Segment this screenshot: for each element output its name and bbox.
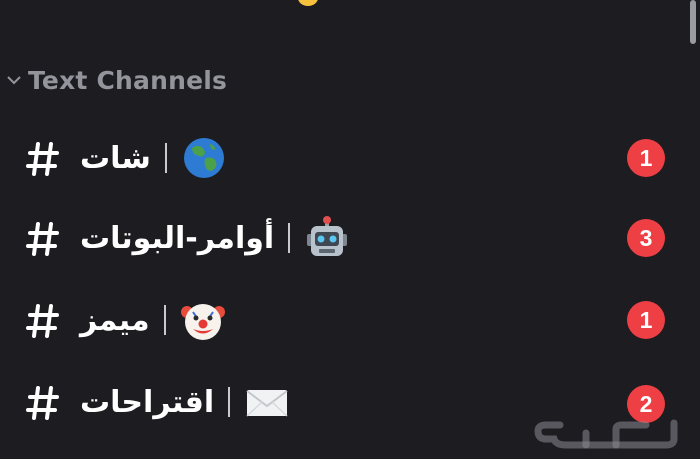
scrollbar-thumb[interactable] xyxy=(690,0,696,44)
channel-name: ميمز xyxy=(80,302,150,338)
unread-badge: 3 xyxy=(627,219,665,257)
channel-name: شات xyxy=(80,140,151,176)
globe-icon xyxy=(181,135,227,181)
separator xyxy=(164,143,167,173)
separator xyxy=(288,223,291,253)
separator xyxy=(228,387,231,417)
channel-item-chat[interactable]: شات 1 xyxy=(0,128,690,188)
chevron-down-icon xyxy=(0,74,28,86)
category-text-channels[interactable]: Text Channels xyxy=(0,62,227,98)
hash-icon xyxy=(26,138,60,178)
clown-face-icon xyxy=(180,297,226,343)
partial-emoji xyxy=(298,0,318,6)
channel-name: أوامر-البوتات xyxy=(80,220,275,256)
unread-badge: 1 xyxy=(627,139,665,177)
channel-item-bot-commands[interactable]: أوامر-البوتات 3 xyxy=(0,208,690,268)
category-label: Text Channels xyxy=(28,65,228,95)
separator xyxy=(163,305,166,335)
unread-badge: 1 xyxy=(627,301,665,339)
channel-item-memes[interactable]: ميمز 1 xyxy=(0,290,690,350)
robot-icon xyxy=(304,215,350,261)
hash-icon xyxy=(26,218,60,258)
hash-icon xyxy=(26,300,60,340)
haraj-watermark xyxy=(526,413,686,453)
envelope-icon xyxy=(244,379,290,425)
hash-icon xyxy=(26,382,60,422)
channel-name: اقتراحات xyxy=(80,384,215,420)
